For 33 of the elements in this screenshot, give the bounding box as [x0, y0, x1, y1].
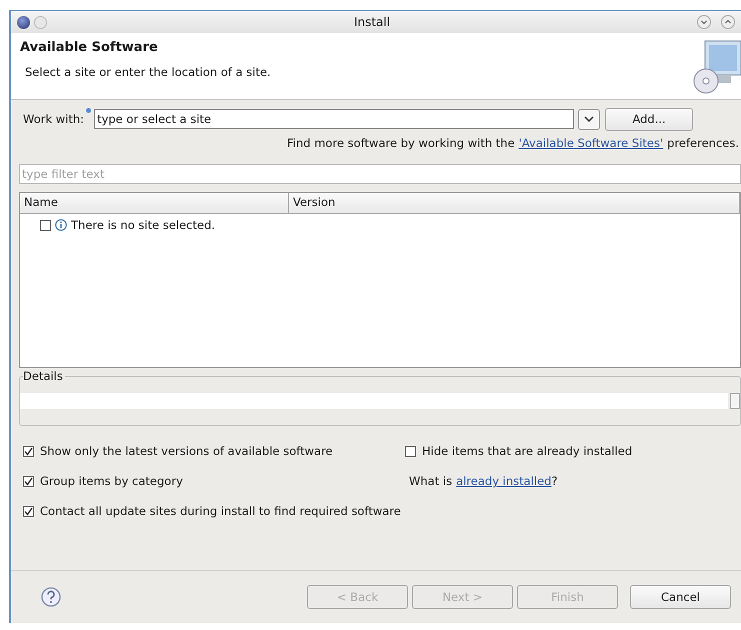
- chevron-icon: [584, 116, 594, 122]
- window-title: Install: [352, 15, 392, 29]
- sites-note-text: Find more software by working with the: [287, 136, 515, 150]
- minimize-icon[interactable]: [697, 15, 711, 29]
- add-button[interactable]: Add...: [605, 108, 694, 130]
- sites-note-text: preferences.: [667, 136, 739, 150]
- window-menu-icon[interactable]: [17, 16, 30, 28]
- work-with-label: Work with:: [23, 112, 84, 126]
- help-icon[interactable]: [41, 587, 61, 607]
- page-title: Available Software: [20, 40, 159, 55]
- available-sites-link[interactable]: 'Available Software Sites': [518, 136, 664, 150]
- installed-note-text: What is: [409, 474, 452, 488]
- option-label: Contact all update sites during install to find required software: [40, 504, 401, 518]
- column-header[interactable]: Version: [289, 193, 740, 213]
- checkbox[interactable]: [405, 446, 416, 456]
- filter-field[interactable]: type filter text: [19, 164, 741, 184]
- checkbox[interactable]: [40, 220, 51, 230]
- checkbox[interactable]: [23, 446, 34, 456]
- option-label: Show only the latest versions of available software: [40, 444, 333, 458]
- page-subtitle: Select a site or enter the location of a site.: [25, 65, 271, 79]
- option-label: Group items by category: [40, 474, 183, 488]
- table-cell: There is no site selected.: [71, 218, 216, 232]
- dropdown-button[interactable]: [578, 108, 600, 130]
- site-input-field[interactable]: type or select a site: [94, 109, 574, 129]
- wizard-button[interactable]: Cancel: [630, 585, 731, 609]
- checkbox[interactable]: [23, 506, 34, 516]
- installed-note-text: ?: [551, 474, 558, 488]
- checkbox[interactable]: [23, 476, 34, 486]
- option-label: Hide items that are already installed: [422, 444, 632, 458]
- column-header[interactable]: Name: [20, 193, 289, 213]
- already-installed-link[interactable]: already installed: [456, 474, 552, 488]
- maximize-icon[interactable]: [721, 15, 735, 29]
- details-label: Details: [23, 369, 65, 383]
